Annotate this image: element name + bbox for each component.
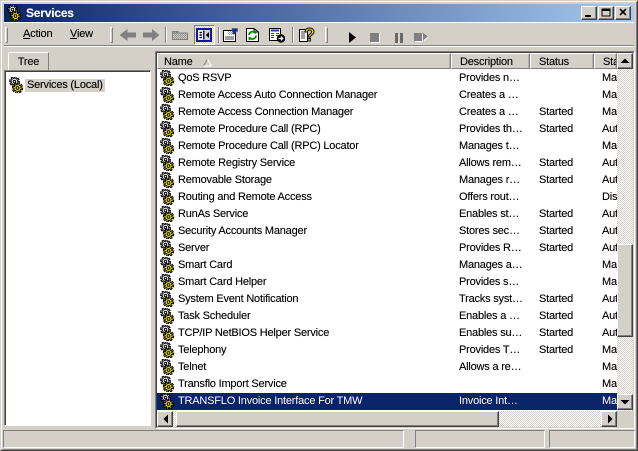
svg-text:?: ? [304, 26, 315, 44]
